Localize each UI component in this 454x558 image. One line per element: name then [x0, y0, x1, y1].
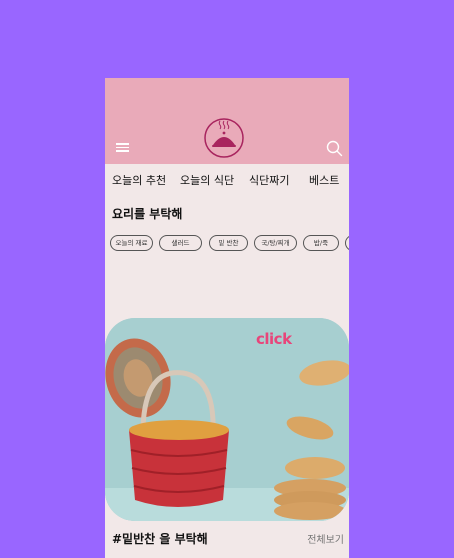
- banner-click-label: click: [256, 330, 292, 348]
- promo-banner[interactable]: click: [105, 318, 349, 521]
- chip-rice-porridge[interactable]: 밥/죽: [303, 235, 339, 251]
- view-all-link[interactable]: 전체보기: [307, 531, 344, 546]
- chip-soup-stew[interactable]: 국/탕/찌개: [254, 235, 297, 251]
- tab-today-recommend[interactable]: 오늘의 추천: [112, 172, 166, 188]
- search-icon[interactable]: [326, 140, 343, 157]
- steaming-dish-logo[interactable]: [204, 118, 244, 158]
- hamburger-menu-icon[interactable]: [116, 143, 129, 153]
- tab-meal-planner[interactable]: 식단짜기: [249, 172, 289, 188]
- category-nav: 오늘의 추천 오늘의 식단 식단짜기 베스트: [105, 164, 349, 194]
- chip-side-dish[interactable]: 밑 반찬: [209, 235, 248, 251]
- banner-image: [105, 318, 349, 521]
- side-dish-section-title: #밑반찬 을 부탁해: [112, 532, 208, 546]
- chip-salad[interactable]: 샐러드: [159, 235, 202, 251]
- category-chip-list: 오늘의 재료 샐러드 밑 반찬 국/탕/찌개 밥/죽: [109, 235, 349, 251]
- app-screen: 오늘의 추천 오늘의 식단 식단짜기 베스트 요리를 부탁해 오늘의 재료 샐러…: [105, 78, 349, 558]
- tab-today-meal[interactable]: 오늘의 식단: [180, 172, 234, 188]
- app-header: [105, 78, 349, 164]
- chip-more[interactable]: [345, 235, 349, 251]
- request-section-title: 요리를 부탁해: [112, 207, 183, 221]
- chip-today-ingredient[interactable]: 오늘의 재료: [110, 235, 153, 251]
- tab-best[interactable]: 베스트: [309, 172, 339, 188]
